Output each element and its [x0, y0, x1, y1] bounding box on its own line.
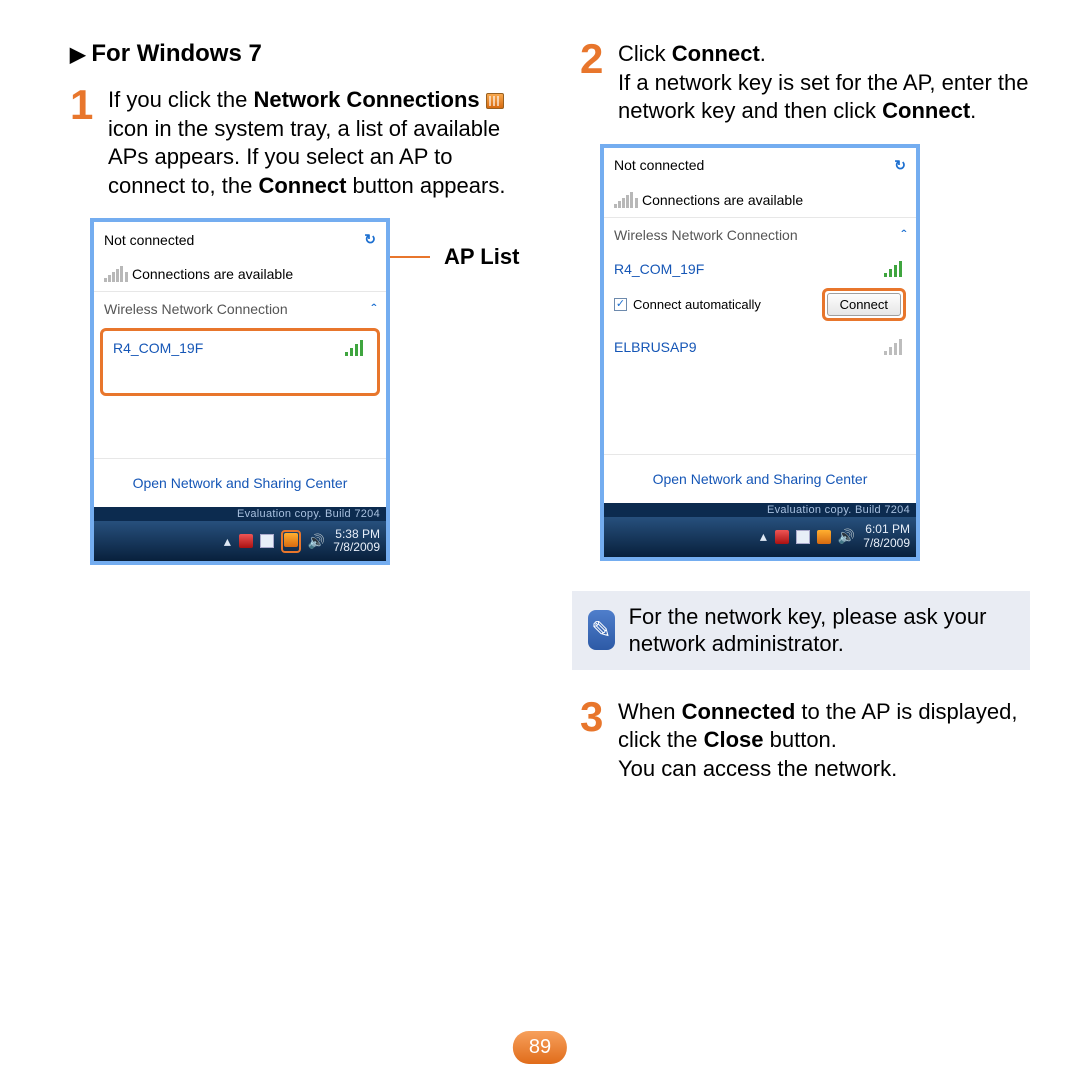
tray-volume-icon[interactable]: 🔊: [308, 533, 325, 550]
checkbox-checked-icon: ✓: [614, 298, 627, 311]
connections-available-row: Connections are available: [604, 183, 916, 217]
step-3: 3 When Connected to the AP is displayed,…: [580, 698, 1030, 784]
taskbar: ▴ 🔊 5:38 PM7/8/2009: [94, 521, 386, 561]
signal-icon: [104, 266, 124, 282]
step-3-text: When Connected to the AP is displayed, c…: [618, 698, 1030, 784]
chevron-up-icon[interactable]: ˆ: [371, 301, 376, 317]
section-header: Wireless Network Connection ˆ: [94, 291, 386, 326]
connect-row: ✓ Connect automatically Connect: [604, 286, 916, 330]
step-2: 2 Click Connect. If a network key is set…: [580, 40, 1030, 126]
evaluation-strip: Evaluation copy. Build 7204: [604, 503, 916, 517]
connect-button-highlight: Connect: [822, 288, 906, 321]
tray-action-center-icon[interactable]: [239, 534, 253, 548]
signal-bars-icon: [884, 261, 906, 277]
tray-chevron-icon[interactable]: ▴: [760, 528, 767, 545]
screenshot-2: Not connected ↻ Connections are availabl…: [600, 144, 1030, 561]
open-network-center-link[interactable]: Open Network and Sharing Center: [604, 454, 916, 503]
signal-bars-weak-icon: [884, 339, 906, 355]
section-heading: For Windows 7: [70, 40, 520, 68]
chevron-up-icon[interactable]: ˆ: [901, 227, 906, 243]
ap-item-selected[interactable]: R4_COM_19F: [604, 252, 916, 286]
note-text: For the network key, please ask your net…: [629, 603, 1014, 658]
network-tray-icon: [486, 93, 504, 109]
step-number-1: 1: [70, 86, 102, 200]
connections-available-row: Connections are available: [94, 257, 386, 291]
callout-line: [390, 256, 430, 258]
tray-volume-icon[interactable]: 🔊: [838, 528, 855, 545]
ap-list-label: AP List: [444, 244, 519, 270]
not-connected-row: Not connected ↻: [604, 148, 916, 183]
note-box: ✎ For the network key, please ask your n…: [572, 591, 1030, 670]
tray-network-icon[interactable]: [284, 533, 298, 547]
connect-automatically-checkbox[interactable]: ✓ Connect automatically: [614, 297, 761, 312]
tray-power-icon[interactable]: [796, 530, 810, 544]
ap-item[interactable]: R4_COM_19F: [103, 331, 377, 365]
taskbar: ▴ 🔊 6:01 PM7/8/2009: [604, 517, 916, 557]
step-1-text: If you click the Network Connections ico…: [108, 86, 520, 200]
tray-network-highlight: [281, 530, 301, 553]
screenshot-1: Not connected ↻ Connections are availabl…: [90, 218, 520, 565]
taskbar-clock[interactable]: 5:38 PM7/8/2009: [333, 528, 380, 556]
not-connected-row: Not connected ↻: [94, 222, 386, 257]
evaluation-strip: Evaluation copy. Build 7204: [94, 507, 386, 521]
refresh-icon[interactable]: ↻: [364, 231, 376, 248]
page-number-badge: 89: [513, 1031, 567, 1064]
tray-action-center-icon[interactable]: [775, 530, 789, 544]
step-number-2: 2: [580, 40, 612, 126]
ap-item[interactable]: ELBRUSAP9: [604, 330, 916, 364]
signal-bars-icon: [345, 340, 367, 356]
tray-power-icon[interactable]: [260, 534, 274, 548]
signal-icon: [614, 192, 634, 208]
step-number-3: 3: [580, 698, 612, 784]
taskbar-clock[interactable]: 6:01 PM7/8/2009: [863, 523, 910, 551]
connect-button[interactable]: Connect: [827, 293, 901, 316]
step-1: 1 If you click the Network Connections i…: [70, 86, 520, 200]
refresh-icon[interactable]: ↻: [894, 157, 906, 174]
ap-list-highlight: R4_COM_19F: [100, 328, 380, 396]
tray-chevron-icon[interactable]: ▴: [224, 533, 231, 550]
tray-network-icon[interactable]: [817, 530, 831, 544]
open-network-center-link[interactable]: Open Network and Sharing Center: [94, 458, 386, 507]
step-2-text: Click Connect. If a network key is set f…: [618, 40, 1030, 126]
pencil-icon: ✎: [588, 610, 615, 650]
section-header: Wireless Network Connection ˆ: [604, 217, 916, 252]
